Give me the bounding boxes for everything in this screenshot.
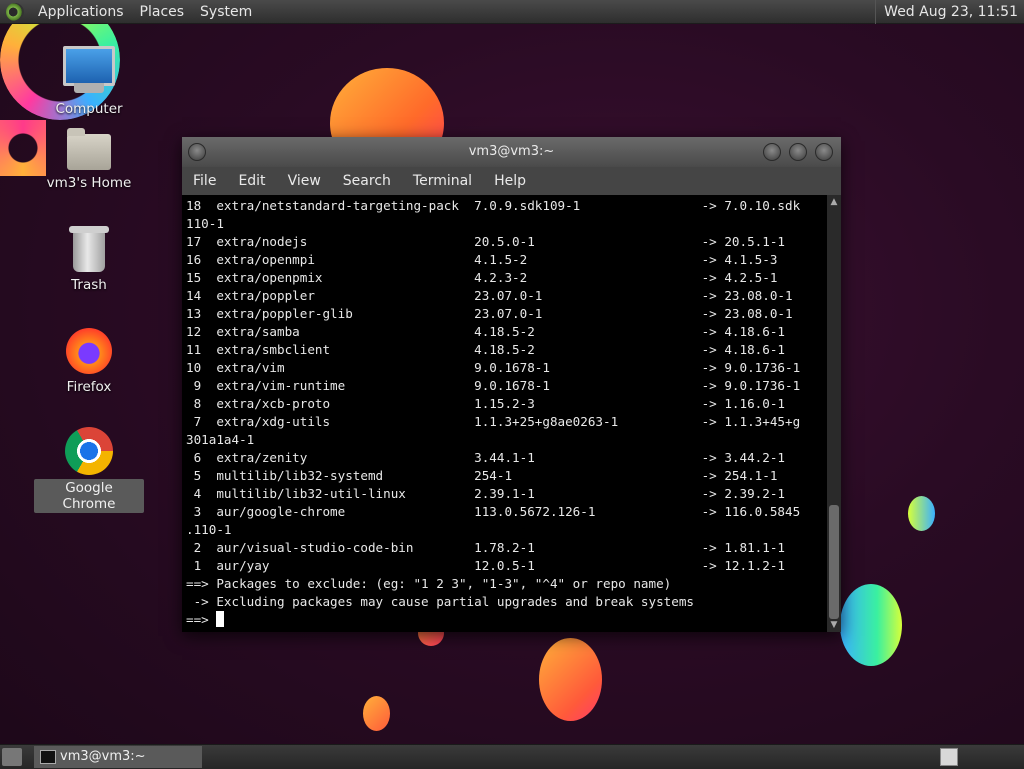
terminal-line: 15 extra/openpmix 4.2.3-2 -> 4.2.5-1: [186, 270, 778, 285]
terminal-line: 18 extra/netstandard-targeting-pack 7.0.…: [186, 198, 801, 213]
terminal-menubar: File Edit View Search Terminal Help: [182, 167, 841, 195]
top-panel: Applications Places System Wed Aug 23, 1…: [0, 0, 1024, 24]
terminal-line: 11 extra/smbclient 4.18.5-2 -> 4.18.6-1: [186, 342, 785, 357]
window-menu-button[interactable]: [188, 143, 206, 161]
terminal-line: -> Excluding packages may cause partial …: [186, 594, 694, 609]
places-menu[interactable]: Places: [132, 0, 193, 24]
bottom-panel: vm3@vm3:~: [0, 744, 1024, 769]
desktop-icon-label: vm3's Home: [46, 175, 132, 191]
wallpaper-bubble: [539, 638, 602, 721]
home-folder-icon: [67, 128, 111, 170]
terminal-line: 8 extra/xcb-proto 1.15.2-3 -> 1.16.0-1: [186, 396, 785, 411]
terminal-line: 13 extra/poppler-glib 23.07.0-1 -> 23.08…: [186, 306, 793, 321]
terminal-line: 301a1a4-1: [186, 432, 255, 447]
text-cursor: [216, 611, 225, 627]
desktop-icon-label: Firefox: [66, 379, 112, 395]
workspace-switcher[interactable]: [940, 748, 958, 766]
terminal-line: 7 extra/xdg-utils 1.1.3+25+g8ae0263-1 ->…: [186, 414, 801, 429]
terminal-line: 9 extra/vim-runtime 9.0.1678-1 -> 9.0.17…: [186, 378, 801, 393]
terminal-line: 4 multilib/lib32-util-linux 2.39.1-1 -> …: [186, 486, 785, 501]
desktop-icon-chrome[interactable]: Google Chrome: [34, 427, 144, 513]
firefox-icon: [66, 328, 112, 374]
minimize-button[interactable]: [763, 143, 781, 161]
show-desktop-icon[interactable]: [2, 748, 22, 766]
wallpaper-bubble: [840, 584, 902, 666]
menu-edit[interactable]: Edit: [227, 167, 276, 195]
trash-icon: [69, 226, 109, 272]
menu-help[interactable]: Help: [483, 167, 537, 195]
terminal-line: 16 extra/openmpi 4.1.5-2 -> 4.1.5-3: [186, 252, 778, 267]
menu-search[interactable]: Search: [332, 167, 402, 195]
menu-view[interactable]: View: [277, 167, 332, 195]
terminal-scrollbar[interactable]: ▲ ▼: [827, 195, 841, 632]
scroll-up-icon[interactable]: ▲: [829, 197, 839, 207]
window-titlebar[interactable]: vm3@vm3:~: [182, 137, 841, 167]
scroll-down-icon[interactable]: ▼: [829, 620, 839, 630]
close-button[interactable]: [815, 143, 833, 161]
wallpaper-bubble: [908, 496, 935, 531]
terminal-line: 14 extra/poppler 23.07.0-1 -> 23.08.0-1: [186, 288, 793, 303]
terminal-line: 17 extra/nodejs 20.5.0-1 -> 20.5.1-1: [186, 234, 785, 249]
system-menu[interactable]: System: [192, 0, 260, 24]
terminal-line: 2 aur/visual-studio-code-bin 1.78.2-1 ->…: [186, 540, 785, 555]
desktop-icon-trash[interactable]: Trash: [34, 226, 144, 294]
menu-terminal[interactable]: Terminal: [402, 167, 483, 195]
terminal-text: 18 extra/netstandard-targeting-pack 7.0.…: [182, 195, 827, 631]
menu-file[interactable]: File: [182, 167, 227, 195]
terminal-line: 110-1: [186, 216, 224, 231]
terminal-line: ==> Packages to exclude: (eg: "1 2 3", "…: [186, 576, 672, 591]
terminal-output[interactable]: 18 extra/netstandard-targeting-pack 7.0.…: [182, 195, 827, 632]
taskbar-item-label: vm3@vm3:~: [60, 749, 146, 764]
terminal-icon: [40, 750, 56, 764]
desktop-icon-label: Trash: [71, 277, 107, 293]
desktop-icon-home[interactable]: vm3's Home: [34, 128, 144, 192]
terminal-line: .110-1: [186, 522, 232, 537]
window-title: vm3@vm3:~: [468, 144, 555, 159]
scrollbar-thumb[interactable]: [829, 505, 839, 619]
maximize-button[interactable]: [789, 143, 807, 161]
terminal-line: 6 extra/zenity 3.44.1-1 -> 3.44.2-1: [186, 450, 785, 465]
terminal-line: 10 extra/vim 9.0.1678-1 -> 9.0.1736-1: [186, 360, 801, 375]
desktop-icon-firefox[interactable]: Firefox: [34, 328, 144, 396]
terminal-line: 12 extra/samba 4.18.5-2 -> 4.18.6-1: [186, 324, 785, 339]
taskbar-item-terminal[interactable]: vm3@vm3:~: [34, 746, 202, 768]
terminal-line: 1 aur/yay 12.0.5-1 -> 12.1.2-1: [186, 558, 785, 573]
terminal-prompt: ==>: [186, 612, 217, 627]
applications-menu[interactable]: Applications: [30, 0, 132, 24]
computer-icon: [63, 46, 115, 93]
terminal-window[interactable]: vm3@vm3:~ File Edit View Search Terminal…: [182, 137, 841, 632]
wallpaper-bubble: [363, 696, 390, 731]
chrome-icon: [65, 427, 113, 475]
desktop-icon-label: Computer: [55, 101, 123, 117]
clock[interactable]: Wed Aug 23, 11:51: [875, 0, 1018, 24]
terminal-line: 3 aur/google-chrome 113.0.5672.126-1 -> …: [186, 504, 801, 519]
distro-logo-icon[interactable]: [6, 2, 24, 21]
desktop-icon-computer[interactable]: Computer: [34, 46, 144, 118]
desktop-icon-label: Google Chrome: [34, 479, 144, 513]
terminal-line: 5 multilib/lib32-systemd 254-1 -> 254.1-…: [186, 468, 778, 483]
